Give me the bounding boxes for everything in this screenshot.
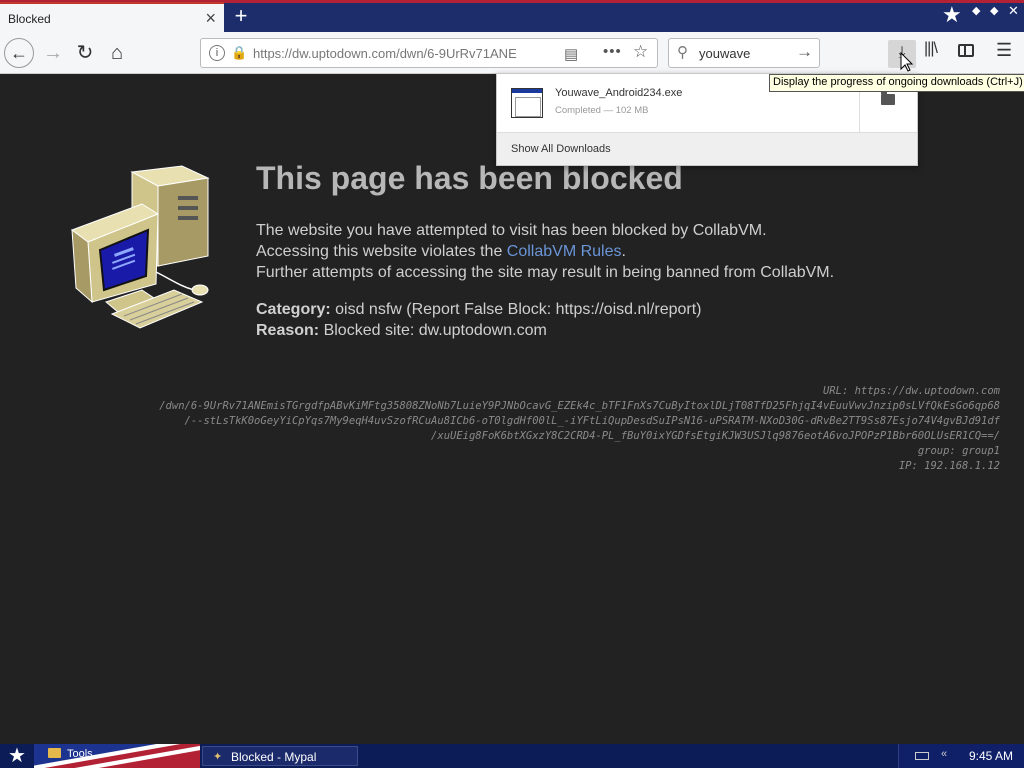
start-button[interactable]: ★ <box>8 744 26 768</box>
lock-icon: 🔒 <box>231 45 248 60</box>
details-url-line3: /--stLsTkK0oGeyYiCpYqs7My9eqH4uvSzofRCuA… <box>184 415 1000 427</box>
taskbar: ★ Tools ✦ Blocked - Mypal « 9:45 AM <box>0 744 1024 768</box>
star-logo-icon: ★ <box>942 2 962 27</box>
tab-bar: Blocked × + ★ ◆ ◆ ✕ <box>0 0 1024 32</box>
block-message-line1: The website you have attempted to visit … <box>256 222 767 239</box>
blocked-page: This page has been blocked The website y… <box>0 74 1024 744</box>
tools-label: Tools <box>67 748 93 760</box>
folder-icon <box>48 748 61 758</box>
reason-line: Reason: Blocked site: dw.uptodown.com <box>256 322 547 340</box>
category-line: Category: oisd nsfw (Report False Block:… <box>256 301 702 319</box>
exe-file-icon <box>511 88 543 118</box>
search-go-icon[interactable]: → <box>796 42 813 62</box>
window-maximize-icon[interactable]: ◆ <box>990 4 998 18</box>
url-text[interactable]: https://dw.uptodown.com/dwn/6-9UrRv71ANE <box>253 46 553 61</box>
system-tray: « 9:45 AM <box>898 744 1024 768</box>
clock[interactable]: 9:45 AM <box>969 749 1013 763</box>
mouse-cursor-icon <box>900 52 914 72</box>
bookmark-star-icon[interactable]: ☆ <box>633 42 648 62</box>
page-actions-icon[interactable]: ••• <box>603 43 622 60</box>
sidebar-icon[interactable] <box>958 44 974 57</box>
reader-view-icon[interactable]: ▤ <box>564 45 578 63</box>
search-icon: ⚲ <box>677 44 688 61</box>
info-icon[interactable]: i <box>209 45 225 61</box>
tab-blocked[interactable]: Blocked × <box>0 2 224 32</box>
url-bar[interactable]: i 🔒 https://dw.uptodown.com/dwn/6-9UrRv7… <box>200 38 658 68</box>
library-icon[interactable]: |||\ <box>924 40 938 58</box>
taskbar-item-label: Blocked - Mypal <box>231 750 317 764</box>
mypal-icon: ✦ <box>213 751 223 763</box>
taskbar-item-mypal[interactable]: ✦ Blocked - Mypal <box>202 746 358 766</box>
details-url-line2: /dwn/6-9UrRv71ANEmisTGrgdfpABvKiMFtg3580… <box>159 400 1000 412</box>
category-label: Category: <box>256 301 331 318</box>
keyboard-icon[interactable] <box>915 752 929 760</box>
reload-button[interactable]: ↻ <box>70 38 100 68</box>
details-url-line4: /xuUEig8FoK6btXGxzY8C2CRD4-PL_fBuY0ixYGD… <box>431 430 1000 442</box>
line2-suffix: . <box>621 243 626 260</box>
download-file-name: Youwave_Android234.exe <box>555 87 683 99</box>
open-folder-icon[interactable] <box>881 91 895 105</box>
tab-title: Blocked <box>8 12 51 26</box>
tab-close-button[interactable]: × <box>205 8 216 28</box>
block-message-line2: Accessing this website violates the Coll… <box>256 243 626 261</box>
reason-label: Reason: <box>256 322 320 339</box>
collabvm-rules-link[interactable]: CollabVM Rules <box>507 243 622 260</box>
tray-arrow-icon[interactable]: « <box>941 748 947 760</box>
details-ip: IP: 192.168.1.12 <box>898 460 1000 472</box>
tools-menu[interactable]: Tools <box>48 748 93 760</box>
line2-prefix: Accessing this website violates the <box>256 243 507 260</box>
details-group: group: group1 <box>917 445 1000 457</box>
new-tab-button[interactable]: + <box>230 3 252 29</box>
block-message-line3: Further attempts of accessing the site m… <box>256 264 835 281</box>
window-close-icon[interactable]: ✕ <box>1008 4 1019 18</box>
downloads-tooltip: Display the progress of ongoing download… <box>769 74 1024 92</box>
nav-toolbar: ← → ↻ ⌂ i 🔒 https://dw.uptodown.com/dwn/… <box>0 32 1024 74</box>
home-button[interactable]: ⌂ <box>102 38 132 68</box>
window-minimize-icon[interactable]: ◆ <box>972 4 980 18</box>
menu-icon[interactable]: ☰ <box>996 40 1012 61</box>
search-bar[interactable]: ⚲ youwave → <box>668 38 820 68</box>
forward-button[interactable]: → <box>38 38 68 68</box>
search-input[interactable]: youwave <box>699 46 750 61</box>
details-url-line1: URL: https://dw.uptodown.com <box>822 385 1000 397</box>
show-all-downloads-button[interactable]: Show All Downloads <box>511 143 611 155</box>
reason-value: Blocked site: dw.uptodown.com <box>319 322 547 339</box>
computer-icon <box>70 165 210 329</box>
downloads-footer: Show All Downloads <box>497 132 917 165</box>
category-value: oisd nsfw (Report False Block: https://o… <box>330 301 702 318</box>
back-button[interactable]: ← <box>4 38 34 68</box>
download-status: Completed — 102 MB <box>555 105 649 116</box>
